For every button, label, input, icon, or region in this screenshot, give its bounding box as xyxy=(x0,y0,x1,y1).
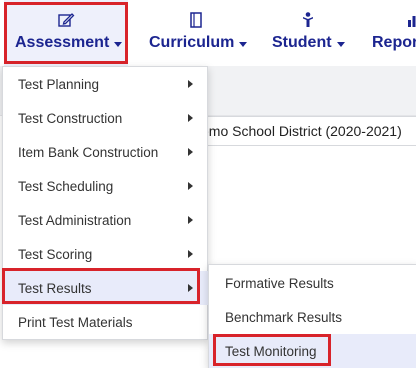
report-icon xyxy=(404,10,416,30)
nav-curriculum-label: Curriculum xyxy=(149,34,235,51)
nav-curriculum[interactable]: Curriculum xyxy=(140,0,250,66)
notebook-icon xyxy=(186,10,206,30)
district-selector[interactable]: emo School District (2020-2021) xyxy=(196,116,416,146)
menu-item-test-administration[interactable]: Test Administration xyxy=(3,203,209,237)
menu-item-label: Test Construction xyxy=(18,110,123,126)
menu-item-label: Test Administration xyxy=(18,212,132,228)
menu-item-test-results[interactable]: Test Results xyxy=(3,271,209,305)
chevron-right-icon xyxy=(188,284,193,292)
menu-item-label: Test Scoring xyxy=(18,246,93,262)
menu-item-label: Item Bank Construction xyxy=(18,144,159,160)
menu-item-test-planning[interactable]: Test Planning xyxy=(3,67,209,101)
menu-item-label: Print Test Materials xyxy=(18,314,133,330)
test-results-submenu: Formative Results Benchmark Results Test… xyxy=(208,264,416,368)
chevron-right-icon xyxy=(188,114,193,122)
nav-reports[interactable]: Repor xyxy=(362,0,416,66)
submenu-item-test-monitoring[interactable]: Test Monitoring xyxy=(209,334,416,368)
chevron-down-icon xyxy=(336,41,345,47)
chevron-right-icon xyxy=(188,216,193,224)
nav-assessment[interactable]: Assessment xyxy=(4,0,128,66)
menu-item-test-construction[interactable]: Test Construction xyxy=(3,101,209,135)
chevron-right-icon xyxy=(188,182,193,190)
menu-item-item-bank-construction[interactable]: Item Bank Construction xyxy=(3,135,209,169)
menu-item-label: Test Results xyxy=(18,280,92,296)
menu-item-test-scheduling[interactable]: Test Scheduling xyxy=(3,169,209,203)
menu-item-label: Test Planning xyxy=(18,76,100,92)
menu-item-test-scoring[interactable]: Test Scoring xyxy=(3,237,209,271)
chevron-down-icon xyxy=(239,41,248,47)
menu-item-label: Test Scheduling xyxy=(18,178,114,194)
nav-assessment-label: Assessment xyxy=(15,34,110,51)
submenu-item-benchmark-results[interactable]: Benchmark Results xyxy=(209,300,416,334)
chevron-right-icon xyxy=(188,80,193,88)
submenu-item-label: Benchmark Results xyxy=(225,309,343,325)
chevron-down-icon xyxy=(114,41,123,47)
nav-student-label: Student xyxy=(272,34,332,51)
menu-item-print-test-materials[interactable]: Print Test Materials xyxy=(3,305,209,339)
submenu-item-label: Formative Results xyxy=(225,275,334,291)
edit-icon xyxy=(56,10,76,30)
page: emo School District (2020-2021) Assessme… xyxy=(0,0,416,368)
submenu-item-label: Test Monitoring xyxy=(225,343,317,359)
chevron-right-icon xyxy=(188,148,193,156)
top-nav: Assessment Curriculum Student Repor xyxy=(0,0,416,66)
submenu-item-formative-results[interactable]: Formative Results xyxy=(209,266,416,300)
person-icon xyxy=(298,10,318,30)
chevron-right-icon xyxy=(188,250,193,258)
nav-student[interactable]: Student xyxy=(262,0,354,66)
district-label: emo School District (2020-2021) xyxy=(201,123,402,139)
nav-reports-label: Repor xyxy=(372,34,416,51)
assessment-dropdown: Test Planning Test Construction Item Ban… xyxy=(2,66,209,340)
